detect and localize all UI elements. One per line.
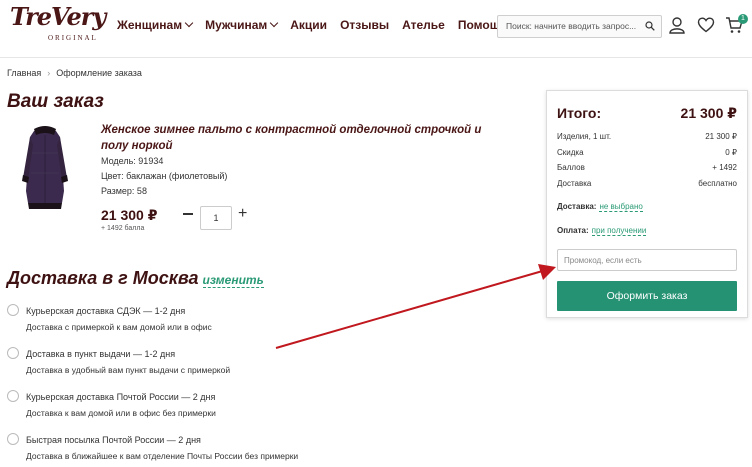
delivery-choice-link[interactable]: не выбрано	[599, 202, 643, 212]
heart-icon[interactable]	[697, 16, 715, 34]
breadcrumb-home[interactable]: Главная	[7, 68, 41, 78]
delivery-option-title[interactable]: Курьерская доставка Почтой России — 2 дн…	[26, 392, 215, 402]
delivery-option-desc: Доставка в ближайшее к вам отделение Поч…	[26, 451, 299, 461]
site-logo[interactable]: TreVery ORIGINAL	[10, 2, 106, 48]
summary-payment-choice: Оплата: при получении	[557, 226, 647, 236]
nav-item-men[interactable]: Мужчинам	[205, 18, 279, 32]
delivery-option-radio[interactable]	[7, 390, 19, 402]
delivery-option-title[interactable]: Доставка в пункт выдачи — 1-2 дня	[26, 349, 175, 359]
nav-item-atelier[interactable]: Ателье	[402, 18, 445, 32]
delivery-option-radio[interactable]	[7, 304, 19, 316]
nav-item-sales[interactable]: Акции	[290, 18, 327, 32]
product-model: Модель: 91934	[101, 156, 164, 166]
site-header: TreVery ORIGINAL Женщинам Мужчинам Акции…	[0, 0, 752, 58]
nav-item-women[interactable]: Женщинам	[117, 18, 194, 32]
summary-discount-label: Скидка	[557, 148, 584, 157]
order-summary-card: Итого: 21 300 ₽ Изделия, 1 шт. 21 300 ₽ …	[546, 90, 748, 318]
summary-items-label: Изделия, 1 шт.	[557, 132, 612, 141]
nav-item-label: Акции	[290, 18, 328, 32]
product-color: Цвет: баклажан (фиолетовый)	[101, 171, 228, 181]
delivery-option-desc: Доставка в удобный вам пункт выдачи с пр…	[26, 365, 231, 375]
delivery-option-title[interactable]: Быстрая посылка Почтой России — 2 дня	[26, 435, 201, 445]
nav-item-label: Мужчинам	[205, 18, 268, 32]
nav-item-label: Ателье	[402, 18, 445, 32]
logo-wordmark: TreVery	[10, 2, 106, 31]
delivery-option-desc: Доставка с примеркой к вам домой или в о…	[26, 322, 212, 332]
quantity-input[interactable]: 1	[200, 206, 232, 230]
product-bonus: + 1492 балла	[101, 225, 145, 232]
product-size: Размер: 58	[101, 186, 147, 196]
chevron-down-icon	[184, 18, 194, 28]
delivery-choice-label: Доставка:	[557, 202, 597, 211]
summary-total-label: Итого:	[557, 105, 602, 121]
change-city-link[interactable]: изменить	[202, 273, 264, 288]
summary-discount-value: 0 ₽	[725, 148, 737, 157]
summary-points-label: Баллов	[557, 163, 585, 172]
summary-delivery-value: бесплатно	[698, 179, 737, 188]
search-field[interactable]: Поиск: начните вводить запрос...	[497, 15, 662, 38]
product-name-link[interactable]: Женское зимнее пальто с контрастной отде…	[101, 122, 501, 154]
breadcrumb: Главная › Оформление заказа	[7, 68, 142, 78]
summary-items-value: 21 300 ₽	[705, 132, 737, 141]
nav-item-reviews[interactable]: Отзывы	[340, 18, 389, 32]
delivery-option-title[interactable]: Курьерская доставка СДЭК — 1-2 дня	[26, 306, 185, 316]
delivery-heading: Доставка в г Москва изменить	[7, 268, 264, 289]
summary-total-value: 21 300 ₽	[680, 105, 737, 121]
promo-code-input[interactable]: Промокод, если есть	[564, 256, 642, 265]
delivery-option-radio[interactable]	[7, 433, 19, 445]
delivery-option-desc: Доставка к вам домой или в офис без прим…	[26, 408, 216, 418]
promo-code-field[interactable]: Промокод, если есть	[557, 249, 737, 271]
logo-subtitle: ORIGINAL	[48, 34, 98, 42]
quantity-decrease-button[interactable]	[183, 213, 193, 215]
cart-count-badge: 1	[738, 14, 748, 24]
nav-item-label: Женщинам	[117, 18, 183, 32]
nav-item-label: Отзывы	[340, 18, 390, 32]
search-input[interactable]: Поиск: начните вводить запрос...	[506, 21, 646, 31]
user-icon[interactable]	[668, 16, 686, 34]
main-nav: Женщинам Мужчинам Акции Отзывы Ателье По…	[117, 18, 530, 32]
product-image[interactable]	[20, 123, 70, 218]
summary-delivery-label: Доставка	[557, 179, 592, 188]
delivery-option-radio[interactable]	[7, 347, 19, 359]
summary-delivery-choice: Доставка: не выбрано	[557, 202, 643, 212]
breadcrumb-separator-icon: ›	[47, 68, 51, 78]
search-icon[interactable]	[645, 21, 655, 31]
place-order-button[interactable]: Оформить заказ	[557, 281, 737, 311]
quantity-increase-button[interactable]: +	[238, 206, 250, 222]
payment-choice-label: Оплата:	[557, 226, 589, 235]
product-price: 21 300 ₽	[101, 207, 158, 223]
page-title: Ваш заказ	[7, 91, 104, 112]
chevron-down-icon	[270, 18, 279, 28]
delivery-title: Доставка в г Москва	[7, 268, 199, 288]
summary-points-value: + 1492	[712, 163, 737, 172]
payment-choice-link[interactable]: при получении	[591, 226, 647, 236]
annotation-arrow-icon	[275, 264, 556, 349]
breadcrumb-current: Оформление заказа	[56, 68, 142, 78]
